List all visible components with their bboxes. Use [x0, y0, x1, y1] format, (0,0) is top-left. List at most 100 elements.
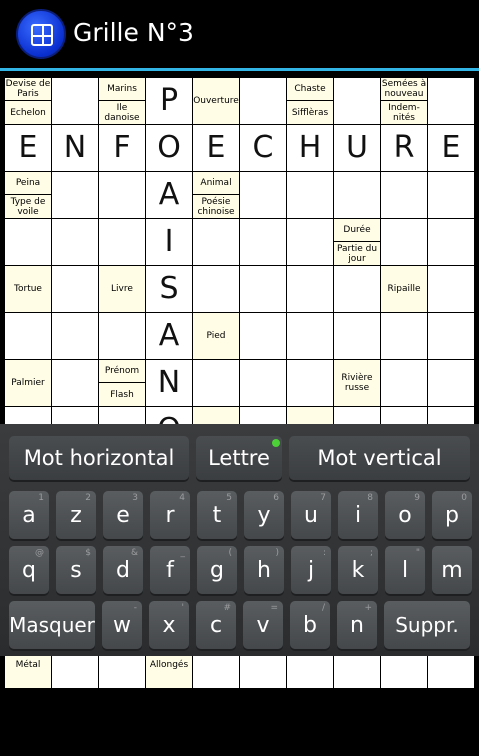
mode-letter-button[interactable]: Lettre — [196, 436, 282, 480]
letter-cell[interactable] — [239, 77, 287, 125]
letter-cell[interactable] — [427, 265, 475, 313]
letter-cell[interactable] — [51, 77, 99, 125]
delete-button[interactable]: Suppr. — [384, 601, 470, 649]
letter-cell[interactable] — [51, 218, 99, 266]
letter-cell[interactable] — [239, 218, 287, 266]
letter-cell[interactable]: S — [145, 265, 193, 313]
clue-cell: AnimalPoésie chinoise▸ — [192, 171, 245, 219]
letter: S — [159, 271, 179, 306]
letter-cell[interactable] — [98, 312, 146, 360]
key-u[interactable]: u7 — [291, 491, 331, 539]
key-s[interactable]: s $ — [56, 546, 96, 594]
letter-cell[interactable] — [4, 218, 52, 266]
letter-cell[interactable] — [286, 171, 334, 219]
letter: A — [158, 177, 180, 212]
letter-cell[interactable] — [427, 218, 475, 266]
key-f[interactable]: f _ — [150, 546, 190, 594]
clue-cell: PeinaType de voile▸ — [4, 171, 57, 219]
letter-cell[interactable] — [333, 171, 381, 219]
clue-text: Ripaille — [387, 284, 421, 294]
letter-cell[interactable] — [239, 312, 287, 360]
key-i[interactable]: i8 — [338, 491, 378, 539]
hide-keyboard-button[interactable]: Masquer — [9, 601, 95, 649]
letter-cell[interactable] — [286, 359, 334, 407]
letter-cell[interactable] — [51, 312, 99, 360]
key-v[interactable]: v = — [243, 601, 283, 649]
letter-cell[interactable]: O — [145, 124, 193, 172]
letter-cell[interactable] — [427, 359, 475, 407]
key-label: Suppr. — [395, 613, 459, 637]
key-o[interactable]: o9 — [385, 491, 425, 539]
letter-cell[interactable]: A — [145, 171, 193, 219]
key-label: c — [209, 612, 223, 638]
letter-cell[interactable] — [4, 312, 52, 360]
letter-cell[interactable]: E — [427, 124, 475, 172]
letter-cell[interactable] — [333, 77, 381, 125]
key-z[interactable]: z2 — [56, 491, 96, 539]
letter-cell[interactable]: N — [145, 359, 193, 407]
key-x[interactable]: x ' — [149, 601, 189, 649]
letter-cell[interactable] — [239, 265, 287, 313]
letter-cell[interactable] — [192, 359, 240, 407]
key-e[interactable]: e3 — [103, 491, 143, 539]
letter-cell[interactable]: U — [333, 124, 381, 172]
key-label: v — [256, 612, 270, 638]
clue-cell: Ouverture▸ — [192, 77, 245, 125]
letter-cell[interactable] — [286, 218, 334, 266]
key-hint: 8 — [367, 493, 373, 503]
letter-cell[interactable] — [239, 359, 287, 407]
key-a[interactable]: a1 — [9, 491, 49, 539]
letter-cell[interactable] — [51, 359, 99, 407]
letter-cell[interactable]: H — [286, 124, 334, 172]
key-h[interactable]: h) — [244, 546, 284, 594]
key-r[interactable]: r4 — [150, 491, 190, 539]
key-t[interactable]: t5 — [197, 491, 237, 539]
letter-cell[interactable] — [427, 171, 475, 219]
letter-cell[interactable] — [286, 312, 334, 360]
letter-cell[interactable] — [380, 359, 428, 407]
letter-cell[interactable]: E — [192, 124, 240, 172]
key-m[interactable]: m — [432, 546, 472, 594]
letter-cell[interactable] — [51, 265, 99, 313]
key-b[interactable]: b / — [290, 601, 330, 649]
key-w[interactable]: w- — [102, 601, 142, 649]
mode-vertical-button[interactable]: Mot vertical — [289, 436, 470, 480]
letter-cell[interactable] — [380, 171, 428, 219]
key-k[interactable]: k; — [338, 546, 378, 594]
letter-cell[interactable] — [427, 77, 475, 125]
letter-cell[interactable] — [380, 218, 428, 266]
letter-cell[interactable] — [239, 171, 287, 219]
grid-app-icon[interactable] — [16, 9, 66, 59]
key-y[interactable]: y6 — [244, 491, 284, 539]
key-j[interactable]: j: — [291, 546, 331, 594]
key-c[interactable]: c # — [196, 601, 236, 649]
letter-cell[interactable] — [333, 312, 381, 360]
letter-cell[interactable]: R — [380, 124, 428, 172]
key-n[interactable]: n + — [337, 601, 377, 649]
key-p[interactable]: p0 — [432, 491, 472, 539]
letter-cell[interactable]: A — [145, 312, 193, 360]
key-l[interactable]: l " — [385, 546, 425, 594]
letter-cell[interactable] — [192, 265, 240, 313]
key-hint: - — [133, 603, 137, 613]
letter-cell[interactable]: C — [239, 124, 287, 172]
letter-cell[interactable]: E — [4, 124, 52, 172]
letter-cell[interactable] — [286, 265, 334, 313]
letter-cell[interactable]: I — [145, 218, 193, 266]
mode-horizontal-button[interactable]: Mot horizontal — [9, 436, 189, 480]
key-g[interactable]: g( — [197, 546, 237, 594]
clue-cell: Devise de ParisEchelon▸ — [4, 77, 57, 125]
key-d[interactable]: d & — [103, 546, 143, 594]
letter-cell[interactable] — [192, 218, 240, 266]
letter-cell[interactable]: F — [98, 124, 146, 172]
letter-cell[interactable] — [51, 171, 99, 219]
key-q[interactable]: q @ — [9, 546, 49, 594]
letter-cell[interactable] — [427, 312, 475, 360]
letter-cell[interactable] — [380, 312, 428, 360]
clue-text: Livre — [111, 284, 133, 294]
letter-cell[interactable] — [98, 218, 146, 266]
letter-cell[interactable] — [333, 265, 381, 313]
letter-cell[interactable]: N — [51, 124, 99, 172]
letter-cell[interactable]: P — [145, 77, 193, 125]
letter-cell[interactable] — [98, 171, 146, 219]
